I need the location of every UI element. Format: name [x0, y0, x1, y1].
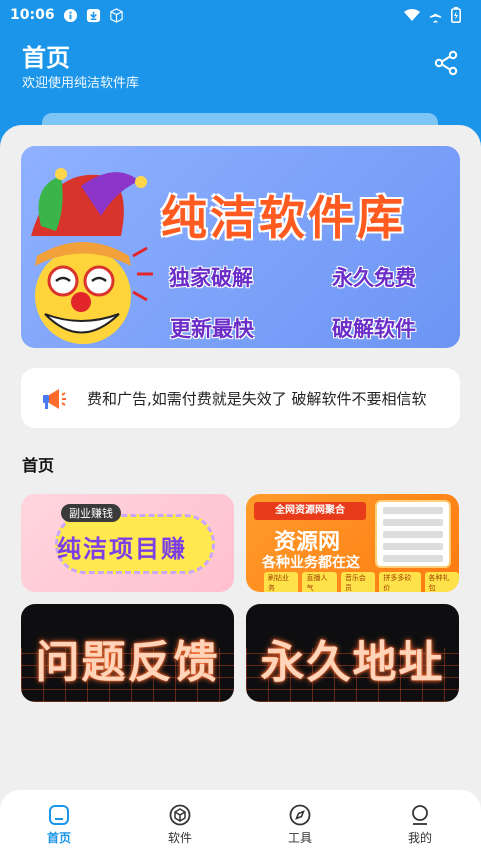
person-icon [412, 805, 428, 825]
home-icon [49, 805, 69, 825]
card-subtitle: 各种业务都在这 [262, 555, 360, 571]
banner-title: 纯洁软件库 [161, 191, 406, 245]
airplane-icon [429, 8, 442, 23]
notice-bar[interactable]: 费和广告,如需付费就是失效了 破解软件不要相信软 [21, 368, 460, 428]
nav-label: 软件 [167, 831, 192, 845]
cube-icon [169, 804, 191, 826]
chip: 音乐会员 [340, 572, 376, 592]
card-title: 永久地址 [260, 637, 445, 688]
banner-tag: 破解软件 [332, 317, 416, 341]
bottom-nav: 首页 软件 工具 我的 [0, 790, 481, 855]
card-resource-site[interactable]: 全网资源网聚合 资源网 各种业务都在这 刷钻业务 直播人气 音乐会员 拼多多砍价… [246, 494, 459, 592]
megaphone-icon [43, 389, 66, 409]
card-title: 问题反馈 [35, 637, 220, 688]
banner-tag: 更新最快 [170, 317, 254, 341]
wifi-icon [404, 8, 420, 21]
nav-label: 首页 [46, 831, 71, 845]
info-icon [63, 8, 77, 22]
compass-icon [289, 804, 311, 826]
chip: 刷钻业务 [264, 572, 299, 592]
nav-mine[interactable]: 我的 [390, 804, 450, 846]
box-icon [109, 7, 123, 23]
nav-label: 工具 [287, 831, 312, 845]
battery-icon [451, 7, 461, 23]
promo-banner[interactable]: 纯洁软件库 独家破解 永久免费 更新最快 破解软件 [21, 146, 460, 348]
notice-text: 费和广告,如需付费就是失效了 破解软件不要相信软 [87, 390, 427, 408]
nav-home[interactable]: 首页 [29, 804, 89, 846]
chip: 拼多多砍价 [379, 572, 421, 592]
banner-tag: 独家破解 [169, 266, 253, 290]
card-list-panel [377, 502, 449, 566]
card-feedback[interactable]: 问题反馈 [21, 604, 234, 702]
download-icon [86, 8, 100, 22]
card-project-earn[interactable]: 副业赚钱 纯洁项目赚 [21, 494, 234, 592]
nav-label: 我的 [407, 831, 432, 845]
page-subtitle: 欢迎使用纯洁软件库 [22, 76, 140, 91]
nav-tools[interactable]: 工具 [270, 804, 330, 846]
page-title: 首页 [22, 44, 70, 72]
card-chips: 刷钻业务 直播人气 音乐会员 拼多多砍价 各种礼包 [264, 572, 459, 592]
status-time: 10:06 [10, 7, 55, 23]
clown-illustration [31, 168, 153, 344]
section-title: 首页 [22, 456, 55, 475]
banner-tag: 永久免费 [332, 266, 416, 290]
chip: 直播人气 [302, 572, 337, 592]
card-tag: 副业赚钱 [61, 504, 121, 522]
card-permanent-address[interactable]: 永久地址 [246, 604, 459, 702]
card-title: 纯洁项目赚 [57, 535, 187, 563]
card-banner-text: 全网资源网聚合 [254, 502, 366, 520]
status-bar: 10:06 [10, 4, 461, 26]
share-icon[interactable] [433, 50, 459, 76]
chip: 各种礼包 [424, 572, 459, 592]
nav-software[interactable]: 软件 [150, 804, 210, 846]
